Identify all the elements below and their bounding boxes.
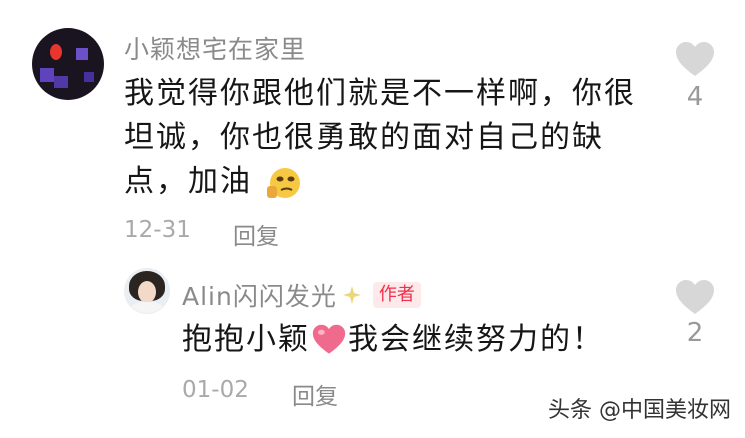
comment-text: 我觉得你跟他们就是不一样啊，你很 坦诚，你也很勇敢的面对自己的缺 点，加油 (124, 72, 644, 204)
author-badge: 作者 (372, 282, 421, 308)
reply-text-fragment: 我会继续努力的！ (348, 322, 604, 357)
like-heart-icon[interactable] (675, 280, 715, 316)
comment-text-fragment: 点，加油 (124, 164, 252, 199)
comment-date: 12-31 (124, 217, 191, 243)
pink-heart-icon (312, 324, 346, 354)
reply-text: 抱抱小颖 我会继续努力的！ (182, 318, 604, 362)
sparkle-icon (342, 286, 361, 304)
reply-reply-button[interactable]: 回复 (292, 377, 338, 411)
thinking-face-icon (266, 167, 300, 198)
comment-text-line: 我觉得你跟他们就是不一样啊，你很 (124, 76, 636, 111)
author-username[interactable]: Alin闪闪发光 (182, 277, 337, 313)
author-avatar[interactable] (124, 268, 170, 314)
comment-text-line: 点，加油 (124, 160, 644, 204)
reply-date: 01-02 (182, 377, 249, 403)
reply-text-fragment: 抱抱小颖 (182, 322, 310, 357)
comment-reply-button[interactable]: 回复 (233, 217, 279, 251)
like-heart-icon[interactable] (675, 42, 715, 78)
like-count: 2 (686, 318, 704, 348)
watermark: 头条 @中国美妆网 (548, 398, 731, 423)
like-count: 4 (686, 82, 704, 112)
commenter-username[interactable]: 小颖想宅在家里 (124, 30, 306, 66)
comment-text-line: 坦诚，你也很勇敢的面对自己的缺 (124, 120, 604, 155)
commenter-avatar[interactable] (32, 28, 104, 100)
reply-header: Alin闪闪发光 作者 (182, 277, 421, 313)
